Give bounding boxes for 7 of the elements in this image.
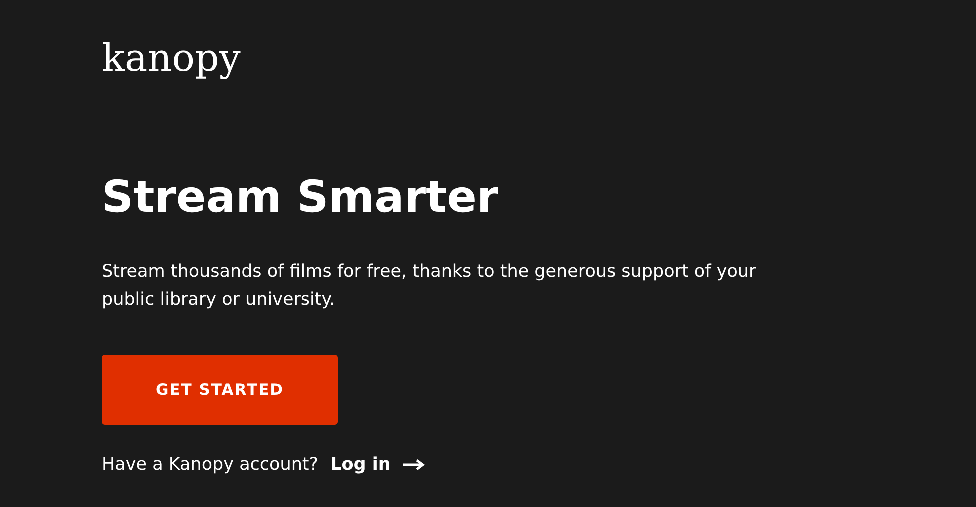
hero-description: Stream thousands of films for free, thanks to the generous support of your public library or university. [102,261,758,312]
arrow-right-icon [402,459,425,471]
login-prompt: Have a Kanopy account? [102,454,319,477]
get-started-button[interactable]: GET STARTED [102,355,338,425]
hero-title: Stream Smarter [102,172,499,224]
logo[interactable]: kanopy [102,36,241,80]
login-link[interactable]: Log in [330,453,425,477]
